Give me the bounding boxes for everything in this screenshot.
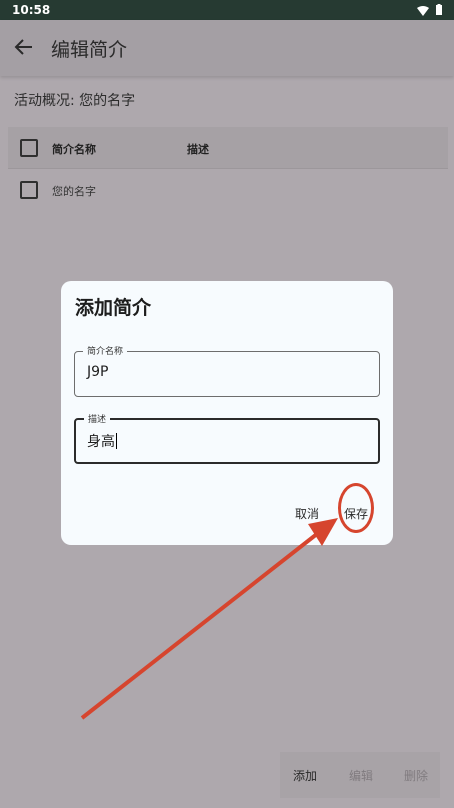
add-button[interactable]: 添加 — [293, 767, 317, 784]
delete-button[interactable]: 删除 — [404, 767, 428, 784]
annotation-arrow — [80, 518, 338, 720]
edit-button[interactable]: 编辑 — [349, 767, 373, 784]
bottom-action-bar: 添加 编辑 删除 — [280, 752, 440, 798]
